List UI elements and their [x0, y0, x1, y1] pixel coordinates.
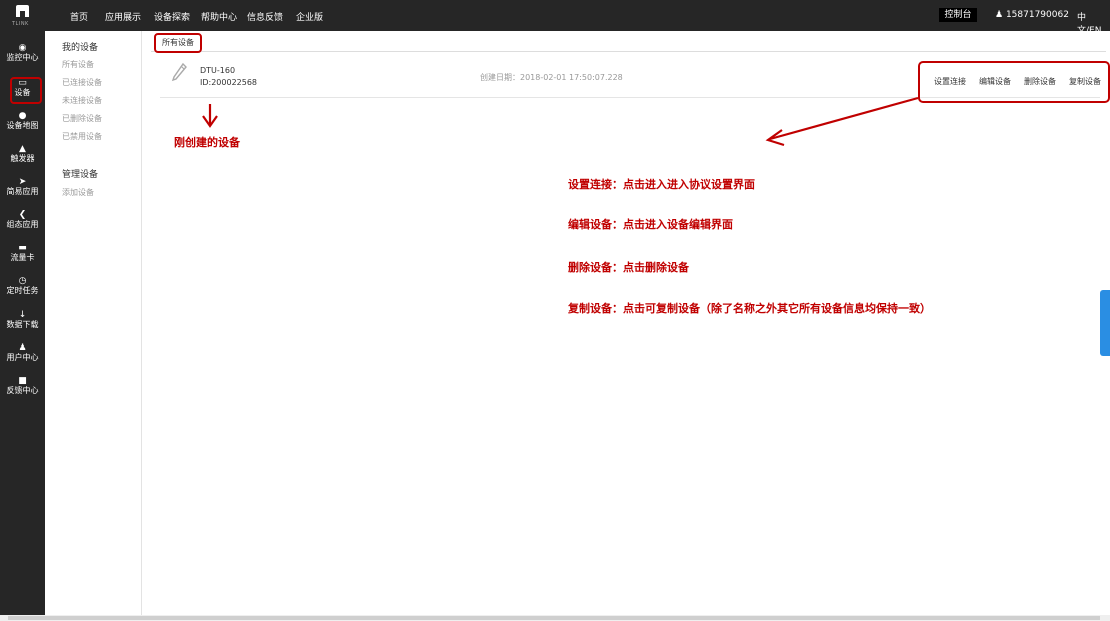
note-delete-device: 删除设备：点击删除设备 [568, 261, 689, 274]
annotation-arrows [202, 96, 919, 147]
horizontal-scrollbar[interactable] [0, 615, 1110, 621]
floating-service-button[interactable] [1100, 290, 1110, 356]
note-setup-connection: 设置连接：点击进入进入协议设置界面 [568, 178, 755, 191]
note-edit-device: 编辑设备：点击进入设备编辑界面 [568, 218, 733, 231]
note-copy-device: 复制设备：点击可复制设备（除了名称之外其它所有设备信息均保持一致） [568, 302, 931, 315]
scrollbar-thumb[interactable] [8, 616, 1100, 620]
arrow-left-shaft [769, 96, 919, 141]
note-new-device: 刚创建的设备 [174, 136, 240, 149]
